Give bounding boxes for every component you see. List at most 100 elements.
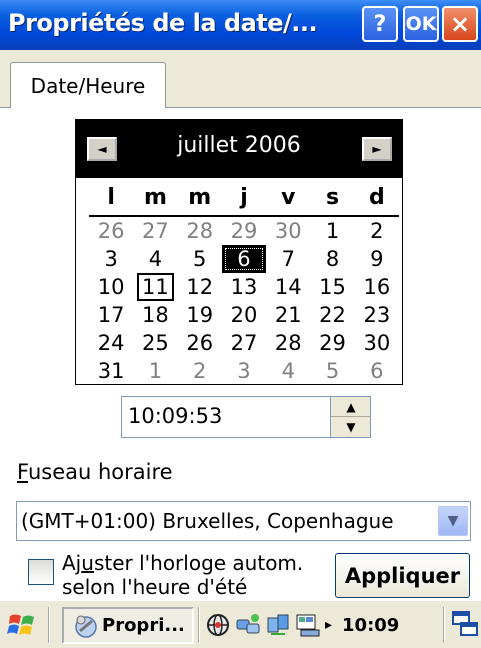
day-header: m bbox=[143, 185, 167, 210]
time-picker[interactable]: 10:09:53 ▲ ▼ bbox=[121, 396, 371, 438]
calendar-header: ◄ juillet 2006 ► bbox=[76, 120, 402, 178]
properties-icon bbox=[75, 615, 97, 638]
calendar-day[interactable]: 1 bbox=[310, 217, 354, 245]
ok-button[interactable]: OK bbox=[403, 6, 439, 42]
calendar-day[interactable]: 29 bbox=[310, 329, 354, 357]
dst-checkbox-label[interactable]: Ajuster l'horloge autom. selon l'heure d… bbox=[62, 551, 332, 599]
calendar-day[interactable]: 18 bbox=[133, 301, 177, 329]
calendar-day[interactable]: 19 bbox=[178, 301, 222, 329]
window-title: Propriétés de la date/... bbox=[8, 9, 318, 37]
day-headers: l m m j v s d bbox=[89, 181, 399, 217]
network-icon[interactable] bbox=[235, 612, 261, 638]
calendar-day[interactable]: 27 bbox=[133, 217, 177, 245]
calendar-day[interactable]: 9 bbox=[355, 245, 399, 273]
calendar-day[interactable]: 13 bbox=[222, 273, 266, 301]
globe-icon[interactable] bbox=[205, 612, 231, 638]
calendar-day[interactable]: 31 bbox=[89, 357, 133, 385]
time-spinner[interactable]: ▲ ▼ bbox=[330, 397, 371, 437]
calendar-day[interactable]: 7 bbox=[266, 245, 310, 273]
taskbar-separator bbox=[48, 607, 50, 643]
calendar-day[interactable]: 15 bbox=[310, 273, 354, 301]
calendar-day[interactable]: 2 bbox=[355, 217, 399, 245]
calendar-day[interactable]: 20 bbox=[222, 301, 266, 329]
day-header: s bbox=[325, 185, 340, 210]
calendar-day[interactable]: 12 bbox=[178, 273, 222, 301]
spin-up-button[interactable]: ▲ bbox=[331, 397, 371, 417]
tab-border bbox=[166, 107, 481, 108]
calendar-day[interactable]: 10 bbox=[89, 273, 133, 301]
calendar-day[interactable]: 22 bbox=[310, 301, 354, 329]
sync-icon[interactable] bbox=[265, 612, 291, 638]
up-arrow-icon: ▲ bbox=[346, 399, 356, 414]
calendar-day[interactable]: 11 bbox=[133, 273, 177, 301]
help-button[interactable]: ? bbox=[362, 6, 398, 42]
calendar-day[interactable]: 3 bbox=[89, 245, 133, 273]
windows-start-icon[interactable] bbox=[6, 609, 38, 641]
calendar-day[interactable]: 16 bbox=[355, 273, 399, 301]
calendar-day[interactable]: 5 bbox=[178, 245, 222, 273]
close-button[interactable]: × bbox=[442, 6, 478, 42]
taskbar-clock[interactable]: 10:09 bbox=[342, 615, 399, 636]
system-tray: ▸ 10:09 bbox=[205, 610, 445, 640]
month-label[interactable]: juillet 2006 bbox=[136, 133, 342, 158]
calendar-day[interactable]: 30 bbox=[266, 217, 310, 245]
calendar-week-row: 31 1 2 3 4 5 6 bbox=[89, 357, 399, 385]
day-header: m bbox=[188, 185, 212, 210]
calendar-day[interactable]: 24 bbox=[89, 329, 133, 357]
calendar-day[interactable]: 28 bbox=[266, 329, 310, 357]
calendar-day[interactable]: 5 bbox=[310, 357, 354, 385]
calendar-day[interactable]: 4 bbox=[133, 245, 177, 273]
month-calendar: ◄ juillet 2006 ► l m m j v s d 26 27 28 29 3… bbox=[75, 119, 403, 385]
taskbar-separator bbox=[443, 607, 445, 643]
calendar-day[interactable]: 14 bbox=[266, 273, 310, 301]
left-arrow-icon: ◄ bbox=[97, 142, 107, 156]
calendar-day[interactable]: 25 bbox=[133, 329, 177, 357]
down-arrow-icon: ▼ bbox=[346, 420, 356, 434]
dst-checkbox[interactable] bbox=[28, 559, 54, 585]
calendar-day[interactable]: 23 bbox=[355, 301, 399, 329]
prev-month-button[interactable]: ◄ bbox=[87, 137, 117, 161]
calendar-day[interactable]: 21 bbox=[266, 301, 310, 329]
timezone-label: Fuseau horaire bbox=[17, 460, 173, 484]
calendar-day[interactable]: 17 bbox=[89, 301, 133, 329]
day-header: l bbox=[107, 185, 115, 210]
calendar-day[interactable]: 26 bbox=[89, 217, 133, 245]
day-header: d bbox=[368, 185, 385, 210]
calendar-day[interactable]: 30 bbox=[355, 329, 399, 357]
calendar-day[interactable]: 3 bbox=[222, 357, 266, 385]
calendar-day[interactable]: 4 bbox=[266, 357, 310, 385]
timezone-select[interactable]: (GMT+01:00) Bruxelles, Copenhague ▼ bbox=[16, 501, 471, 541]
dropdown-button[interactable]: ▼ bbox=[438, 506, 468, 536]
calendar-day[interactable]: 6 bbox=[221, 245, 267, 273]
spin-down-button[interactable]: ▼ bbox=[331, 417, 371, 437]
calendar-day[interactable]: 27 bbox=[222, 329, 266, 357]
taskbar-task-button[interactable]: Propri... bbox=[62, 607, 194, 644]
tray-expand-icon[interactable]: ▸ bbox=[325, 617, 332, 633]
tab-date-heure[interactable]: Date/Heure bbox=[10, 62, 166, 108]
day-header: j bbox=[240, 185, 248, 210]
day-header: v bbox=[281, 185, 296, 210]
input-panel-icon[interactable] bbox=[295, 612, 321, 638]
calendar-day[interactable]: 2 bbox=[178, 357, 222, 385]
calendar-day[interactable]: 6 bbox=[355, 357, 399, 385]
calendar-day[interactable]: 26 bbox=[178, 329, 222, 357]
apply-button[interactable]: Appliquer bbox=[335, 553, 470, 598]
calendar-week-row: 24 25 26 27 28 29 30 bbox=[89, 329, 399, 357]
calendar-week-row: 26 27 28 29 30 1 2 bbox=[89, 217, 399, 245]
calendar-day[interactable]: 1 bbox=[133, 357, 177, 385]
tab-border bbox=[0, 107, 10, 108]
next-month-button[interactable]: ► bbox=[362, 137, 392, 161]
taskbar: Propri... ▸ 10:09 bbox=[0, 600, 481, 648]
time-value[interactable]: 10:09:53 bbox=[128, 404, 222, 428]
calendar-day[interactable]: 8 bbox=[310, 245, 354, 273]
calendar-week-row: 10 11 12 13 14 15 16 bbox=[89, 273, 399, 301]
chevron-down-icon: ▼ bbox=[447, 513, 459, 529]
timezone-value: (GMT+01:00) Bruxelles, Copenhague bbox=[21, 509, 394, 533]
calendar-week-row: 3456789 bbox=[89, 245, 399, 273]
calendar-grid: 26 27 28 29 30 1 2 3 4 5 6 7 8 9 10 11 12 13 14 15 16 17 18 19 2… bbox=[89, 217, 399, 385]
task-label: Propri... bbox=[102, 615, 185, 636]
show-desktop-icon[interactable] bbox=[451, 609, 479, 639]
right-arrow-icon: ► bbox=[372, 142, 382, 156]
calendar-day[interactable]: 28 bbox=[178, 217, 222, 245]
calendar-day[interactable]: 29 bbox=[222, 217, 266, 245]
